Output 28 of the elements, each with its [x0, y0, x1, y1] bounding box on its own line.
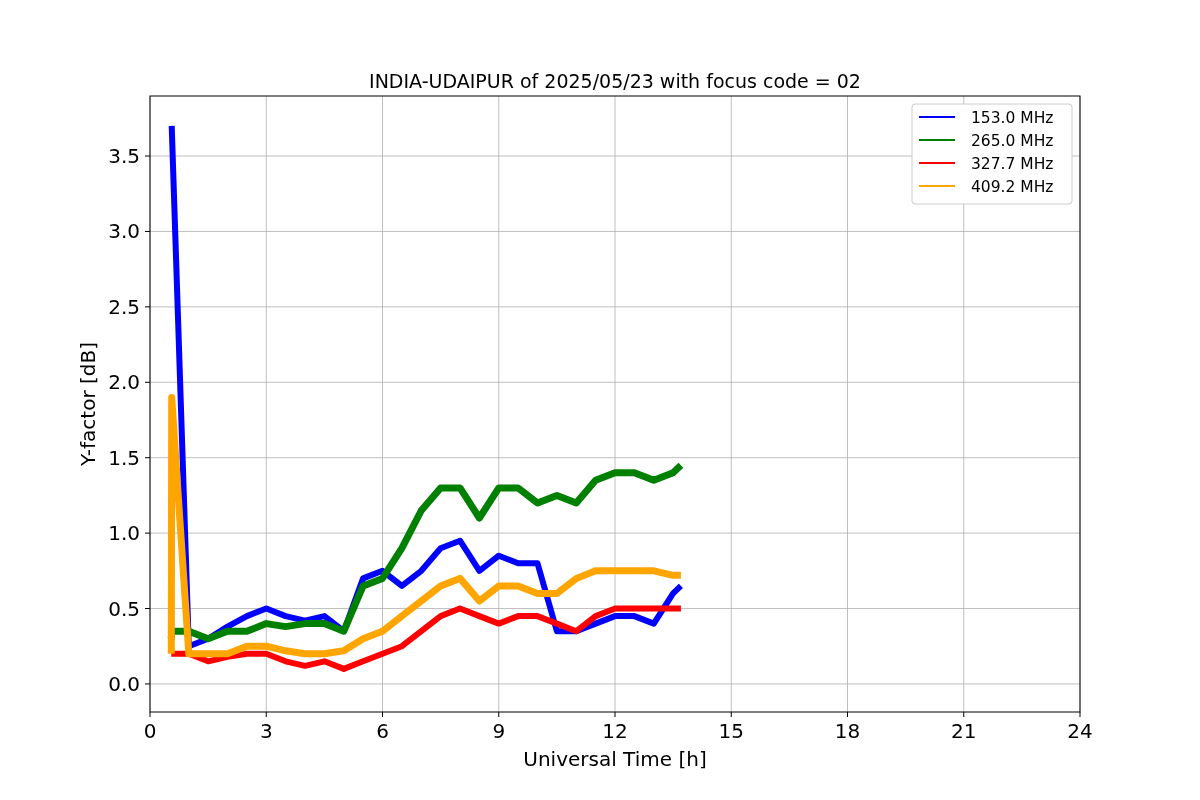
chart-title: INDIA-UDAIPUR of 2025/05/23 with focus code = 02: [369, 70, 861, 92]
y-tick-label: 3.0: [108, 219, 140, 244]
y-tick-label: 1.0: [108, 521, 140, 546]
x-tick-label: 15: [718, 719, 744, 743]
x-tick-label: 0: [143, 719, 157, 743]
x-tick-label: 9: [492, 719, 506, 743]
legend-label: 409.2 MHz: [971, 178, 1054, 196]
legend-line: [918, 116, 956, 118]
y-tick-label: 3.5: [108, 144, 140, 169]
x-tick-label: 21: [951, 719, 977, 743]
legend-line: [918, 139, 956, 141]
y-tick-label: 0.0: [108, 671, 140, 696]
legend-label: 327.7 MHz: [971, 155, 1054, 173]
x-tick-label: 24: [1067, 719, 1093, 743]
x-axis-label: Universal Time [h]: [523, 747, 707, 771]
y-tick-label: 0.5: [108, 596, 140, 621]
y-axis-label: Y-factor [dB]: [76, 342, 100, 466]
y-tick-label: 1.5: [108, 445, 140, 470]
y-tick-label: 2.5: [108, 294, 140, 319]
x-tick-label: 3: [259, 719, 273, 743]
legend-line: [918, 185, 956, 187]
legend-label: 153.0 MHz: [971, 109, 1054, 127]
y-tick-label: 2.0: [108, 370, 140, 395]
legend-line: [918, 162, 956, 164]
x-tick-label: 12: [602, 719, 628, 743]
x-tick-label: 6: [376, 719, 389, 743]
legend-label: 265.0 MHz: [971, 132, 1054, 150]
x-tick-label: 18: [834, 719, 861, 743]
